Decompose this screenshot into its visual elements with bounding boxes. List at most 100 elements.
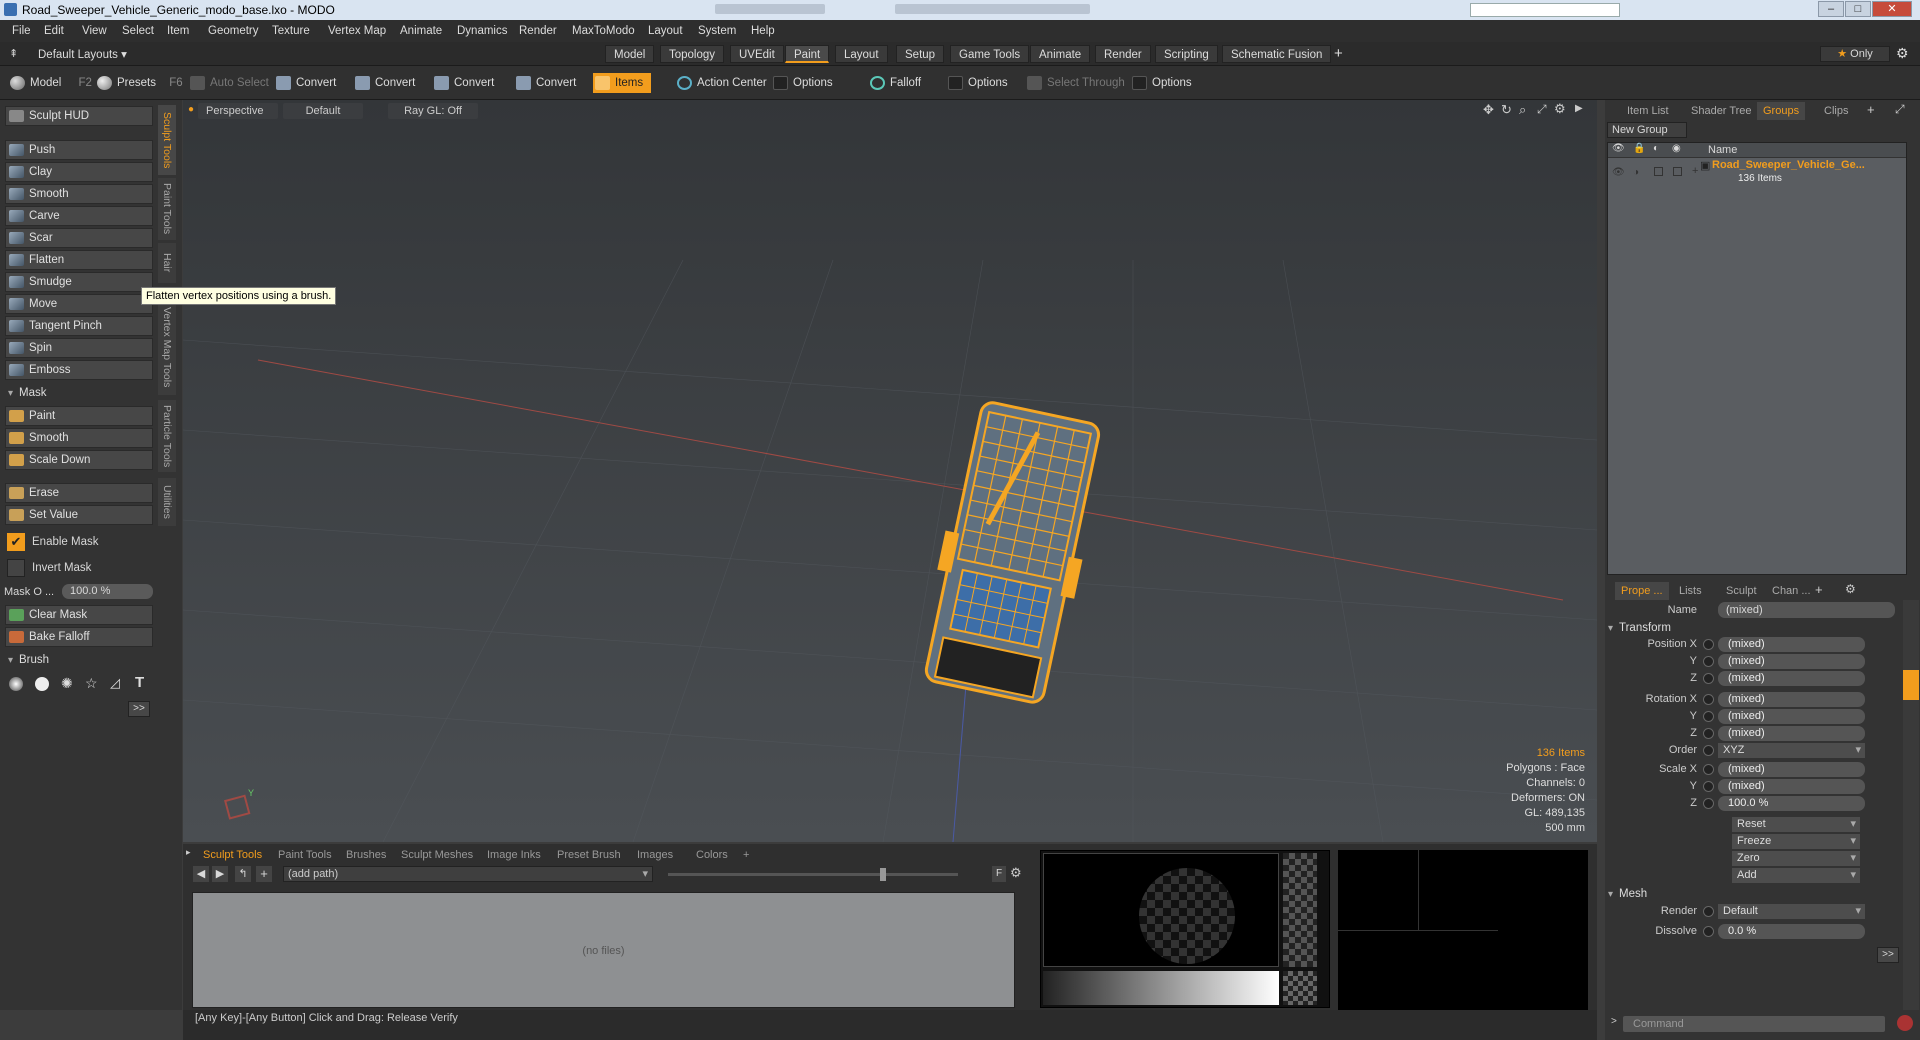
prop-settings-icon[interactable]: ⚙ [1845,582,1856,596]
select-icon[interactable]: ◐ [1653,143,1659,154]
render-dropdown[interactable]: Default [1718,904,1865,919]
tab-properties[interactable]: Prope ... [1615,582,1669,600]
add-prop-tab-icon[interactable]: + [1815,582,1823,597]
menu-vertex-map[interactable]: Vertex Map [328,25,386,37]
procedural-brush-icon[interactable]: ◿ [110,675,120,691]
tab-model[interactable]: Model [605,45,655,63]
action-center-button[interactable]: Action Center [675,73,767,93]
move-view-icon[interactable]: ✥ [1483,102,1494,118]
tab-item-list[interactable]: Item List [1621,102,1675,120]
close-button[interactable]: ✕ [1872,1,1912,17]
tab-paint[interactable]: Paint [785,45,830,63]
zoom-view-icon[interactable]: ⌕ [1519,102,1526,118]
menu-system[interactable]: System [698,25,736,37]
tab-shader-tree[interactable]: Shader Tree [1685,102,1758,120]
group-lock-toggle[interactable]: ◑ [1633,167,1639,178]
select-through-button[interactable]: Select Through [1025,73,1125,93]
falloff-button[interactable]: Falloff [868,73,921,93]
tab-sculpt-tools-browser[interactable]: Sculpt Tools [203,847,262,863]
panel-expand-icon[interactable]: ⤢ [1895,102,1905,117]
mask-smooth-button[interactable]: Smooth [5,428,153,448]
menu-render[interactable]: Render [519,25,557,37]
menu-maxtomodo[interactable]: MaxToModo [572,25,635,37]
scale-y-field[interactable]: (mixed) [1718,779,1865,794]
group-render-toggle[interactable] [1673,167,1682,176]
raygl-toggle[interactable]: Ray GL: Off [388,103,478,119]
add-path-icon[interactable]: + [256,866,272,882]
tab-scripting[interactable]: Scripting [1155,45,1218,63]
thumbnail-size-slider[interactable] [668,873,958,876]
rotation-y-keyframe[interactable] [1703,711,1714,722]
tab-uvedit[interactable]: UVEdit [730,45,784,63]
sculpt-tool-spin[interactable]: Spin [5,338,153,358]
rotation-y-field[interactable]: (mixed) [1718,709,1865,724]
dissolve-keyframe[interactable] [1703,926,1714,937]
add-browser-tab-icon[interactable]: + [743,847,749,863]
sculpt-tool-smudge[interactable]: Smudge [5,272,153,292]
browser-settings-icon[interactable]: ⚙ [1010,865,1022,881]
menu-item[interactable]: Item [167,25,189,37]
options-button-3[interactable]: Options [1130,73,1192,93]
tab-vertex-map-tools[interactable]: Vertex Map Tools [158,300,176,395]
text-brush-icon[interactable]: T [135,674,144,691]
mesh-section[interactable]: Mesh [1605,886,1753,903]
position-y-field[interactable]: (mixed) [1718,654,1865,669]
rotation-z-field[interactable]: (mixed) [1718,726,1865,741]
title-search-box[interactable] [1470,3,1620,17]
maximize-view-icon[interactable]: ⤢ [1537,102,1547,117]
convert-vertices-button[interactable]: Convert [274,73,336,93]
clear-mask-button[interactable]: Clear Mask [5,605,153,625]
mask-opacity-field[interactable]: 100.0 % [62,584,153,599]
tab-utilities[interactable]: Utilities [158,478,176,526]
tab-game-tools[interactable]: Game Tools [950,45,1030,63]
scale-x-keyframe[interactable] [1703,764,1714,775]
path-dropdown[interactable]: (add path) ▾ [283,866,653,882]
scale-z-keyframe[interactable] [1703,798,1714,809]
options-button-1[interactable]: Options [771,73,833,93]
tab-paint-tools[interactable]: Paint Tools [158,178,176,240]
position-x-field[interactable]: (mixed) [1718,637,1865,652]
shading-dropdown[interactable]: Default [283,103,363,119]
layout-menu-icon[interactable]: ⇞ [9,47,18,60]
3d-viewport[interactable]: Y ● Perspective Default Ray GL: Off ✥ ↻ … [183,100,1597,842]
name-field[interactable]: (mixed) [1718,602,1895,618]
sculpt-tool-clay[interactable]: Clay [5,162,153,182]
reset-dropdown[interactable]: Reset [1732,817,1860,832]
zero-dropdown[interactable]: Zero [1732,851,1860,866]
rotate-view-icon[interactable]: ↻ [1501,102,1512,118]
menu-file[interactable]: File [12,25,31,37]
transform-section[interactable]: Transform [1605,620,1753,637]
tab-image-inks[interactable]: Image Inks [487,847,541,863]
group-select-toggle[interactable] [1654,167,1663,176]
menu-layout[interactable]: Layout [648,25,683,37]
back-icon[interactable]: ◀ [193,866,209,882]
menu-help[interactable]: Help [751,25,775,37]
filter-button[interactable]: F [992,866,1006,882]
tab-paint-tools-browser[interactable]: Paint Tools [278,847,332,863]
splat-brush-icon[interactable]: ✺ [61,675,73,692]
tab-channels[interactable]: Chan ... [1766,582,1817,600]
layout-dropdown[interactable]: Default Layouts ▾ [38,47,127,61]
rotation-x-keyframe[interactable] [1703,694,1714,705]
tab-render[interactable]: Render [1095,45,1151,63]
tab-schematic-fusion[interactable]: Schematic Fusion [1222,45,1332,63]
viewport-settings-icon[interactable]: ⚙ [1554,101,1566,117]
sculpt-tool-flatten[interactable]: Flatten [5,250,153,270]
scale-y-keyframe[interactable] [1703,781,1714,792]
hard-brush-icon[interactable] [35,677,49,691]
convert-polygons-button[interactable]: Convert [432,73,494,93]
model-button[interactable]: Model F2 [8,73,92,93]
sculpt-tool-tangent-pinch[interactable]: Tangent Pinch [5,316,153,336]
minimize-button[interactable]: – [1818,1,1844,17]
order-dropdown[interactable]: XYZ [1718,743,1865,758]
rotation-x-field[interactable]: (mixed) [1718,692,1865,707]
command-input[interactable]: Command [1623,1016,1885,1032]
tab-animate[interactable]: Animate [1030,45,1091,63]
tab-brushes[interactable]: Brushes [346,847,386,863]
eye-icon[interactable]: 👁 [1612,143,1625,154]
panel-menu-dot[interactable]: ▸ [186,847,191,858]
erase-button[interactable]: Erase [5,483,153,503]
forward-icon[interactable]: ▶ [212,866,228,882]
menu-edit[interactable]: Edit [44,25,64,37]
expand-icon[interactable]: + [1692,165,1698,177]
